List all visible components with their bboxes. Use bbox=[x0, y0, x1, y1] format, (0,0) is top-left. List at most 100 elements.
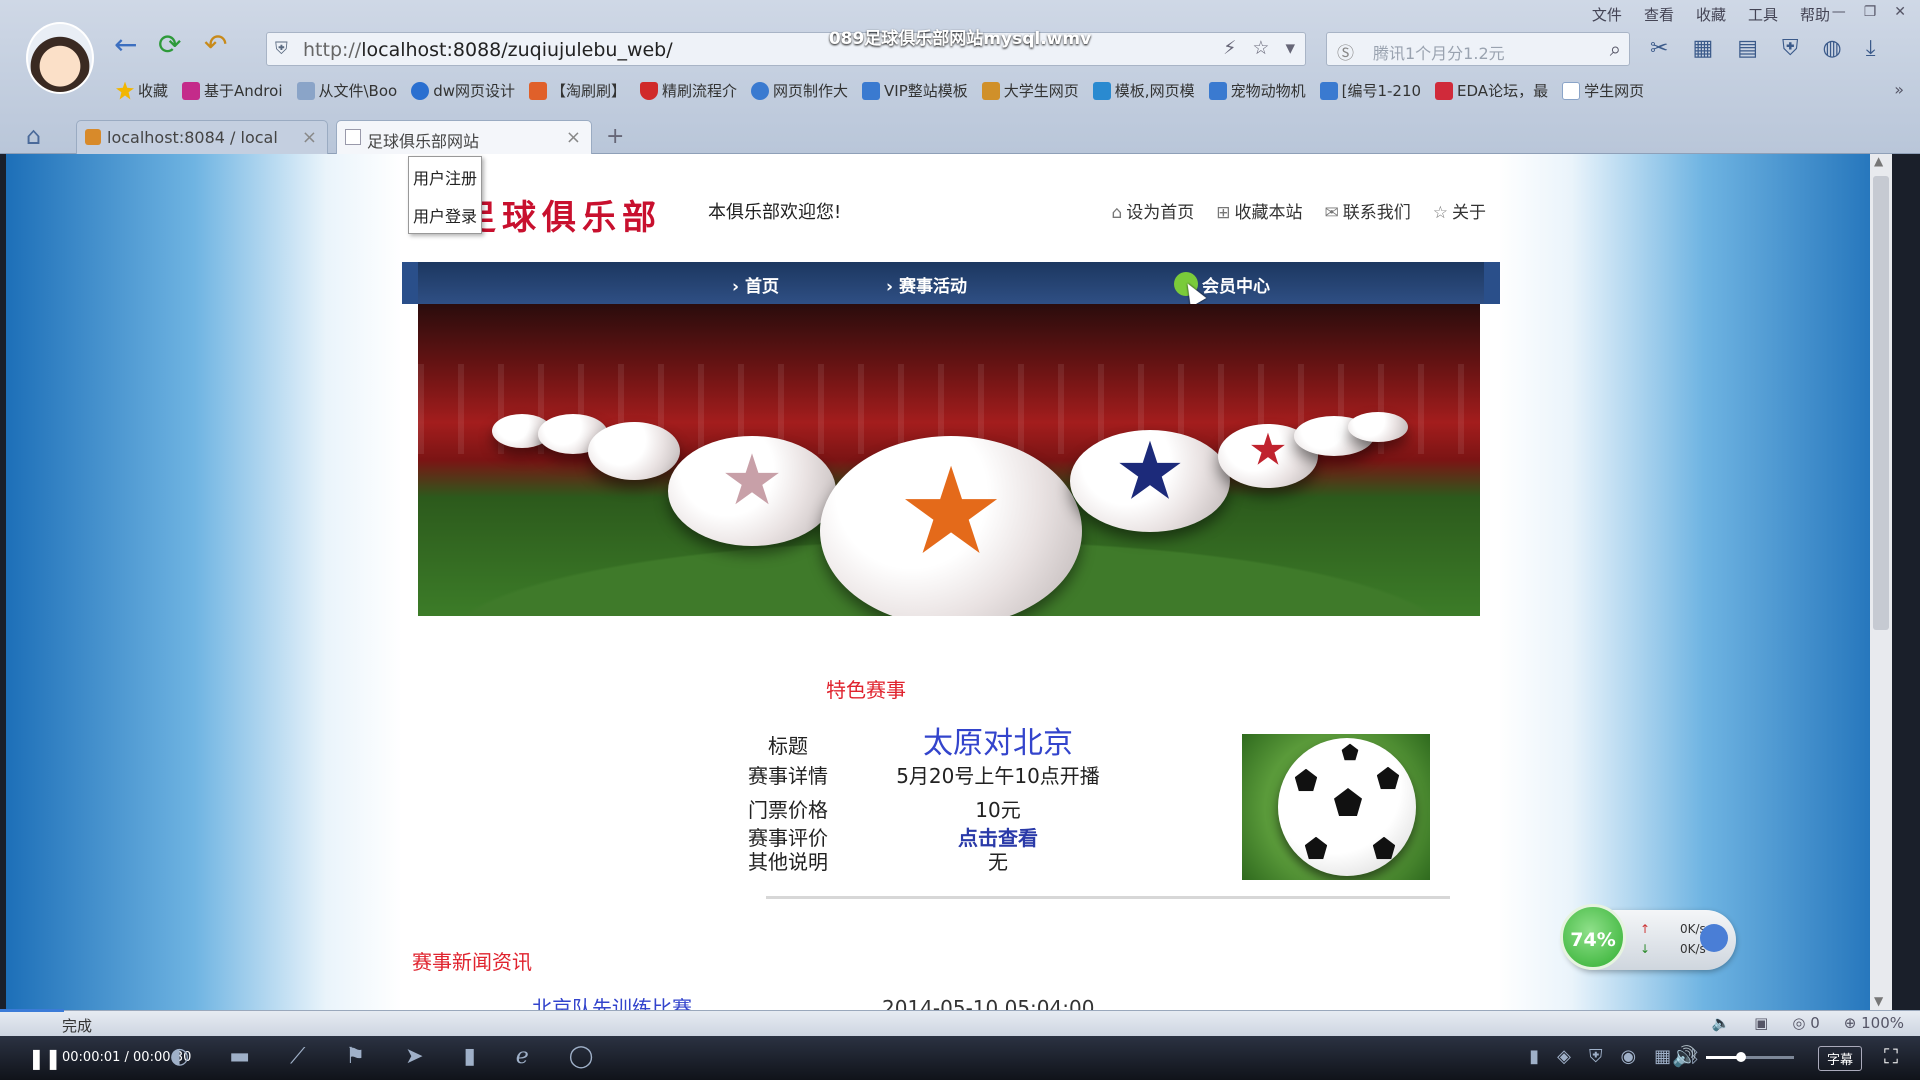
favorite-item[interactable]: 学生网页 bbox=[1562, 80, 1644, 101]
football-image bbox=[1348, 412, 1408, 442]
news-item[interactable]: 北京队先训练比赛 2014-05-10 05:04:00 bbox=[532, 992, 1094, 1010]
tray-icon[interactable]: ▮ bbox=[1529, 1046, 1539, 1067]
star-icon: ☆ bbox=[1432, 203, 1448, 223]
favorite-item[interactable]: 从文件\Boo bbox=[296, 80, 397, 101]
menu-favorites[interactable]: 收藏 bbox=[1696, 4, 1726, 25]
favorite-item[interactable]: VIP整站模板 bbox=[862, 80, 968, 101]
browser-icon[interactable]: ℯ bbox=[516, 1044, 529, 1069]
scroll-thumb[interactable] bbox=[1873, 176, 1889, 630]
match-title[interactable]: 太原对北京 bbox=[878, 718, 1118, 762]
tab-strip: ⌂ localhost:8084 / local × 足球俱乐部网站 × + bbox=[0, 116, 1920, 154]
football-image: ★ bbox=[1070, 424, 1230, 532]
nav-member-center[interactable]: 会员中心 bbox=[1202, 272, 1270, 297]
minimize-icon[interactable]: — bbox=[1832, 4, 1846, 20]
favorite-item[interactable]: 【淘刷刷】 bbox=[529, 80, 626, 101]
app-icon[interactable]: ◐ bbox=[170, 1044, 189, 1069]
camera-icon[interactable]: ▣ bbox=[1754, 1014, 1768, 1032]
tab-close-icon[interactable]: × bbox=[566, 127, 581, 148]
tray-icon[interactable]: ◉ bbox=[1620, 1046, 1636, 1067]
subtitle-button[interactable]: 字幕 bbox=[1818, 1046, 1863, 1071]
favorite-item[interactable]: 收藏 bbox=[116, 80, 168, 101]
menu-file[interactable]: 文件 bbox=[1592, 4, 1622, 25]
bookmark-icon bbox=[862, 81, 881, 100]
nav-events[interactable]: › 赛事活动 bbox=[886, 272, 967, 297]
tab-localhost[interactable]: localhost:8084 / local × bbox=[76, 120, 328, 154]
network-speed-widget[interactable]: 74% ↑ 0K/s ↓ 0K/s bbox=[1560, 904, 1736, 970]
menu-help[interactable]: 帮助 bbox=[1800, 4, 1830, 25]
about-link[interactable]: ☆ 关于 bbox=[1433, 198, 1486, 223]
site-logo[interactable]: 足球俱乐部 bbox=[462, 190, 662, 239]
app-icon[interactable]: ➤ bbox=[405, 1044, 423, 1069]
mail-icon: ✉ bbox=[1324, 203, 1339, 223]
chevron-right-icon[interactable]: » bbox=[1894, 80, 1904, 99]
page-icon bbox=[345, 129, 361, 145]
app-icon[interactable]: ▮ bbox=[464, 1044, 476, 1069]
accelerate-icon[interactable] bbox=[1700, 924, 1728, 952]
register-link[interactable]: 用户注册 bbox=[409, 157, 481, 195]
app-icon[interactable]: ◯ bbox=[569, 1044, 594, 1069]
zoom-level[interactable]: ⊕ 100% bbox=[1844, 1014, 1904, 1032]
tab-football-club[interactable]: 足球俱乐部网站 × bbox=[336, 120, 592, 154]
scroll-down-icon[interactable]: ▼ bbox=[1874, 994, 1883, 1008]
status-text: 完成 bbox=[62, 1017, 93, 1035]
bookmark-icon bbox=[411, 81, 430, 100]
window-controls: — ❐ ✕ bbox=[1832, 4, 1906, 20]
menu-view[interactable]: 查看 bbox=[1644, 4, 1674, 25]
home-icon[interactable]: ⌂ bbox=[26, 122, 41, 150]
favorite-item[interactable]: 模板,网页模 bbox=[1092, 80, 1195, 101]
app-icon[interactable]: ⟋ bbox=[290, 1044, 305, 1069]
vertical-scrollbar[interactable]: ▲ ▼ bbox=[1870, 154, 1892, 1010]
nav-home[interactable]: › 首页 bbox=[732, 272, 779, 297]
login-link[interactable]: 用户登录 bbox=[409, 195, 481, 233]
favorite-item[interactable]: 大学生网页 bbox=[981, 80, 1079, 101]
news-date: 2014-05-10 05:04:00 bbox=[882, 996, 1095, 1010]
tray-icon[interactable]: ◈ bbox=[1557, 1046, 1571, 1067]
volume-icon[interactable]: 🔊 bbox=[1672, 1044, 1697, 1068]
favorite-item[interactable]: 基于Androi bbox=[182, 80, 283, 101]
volume-knob[interactable] bbox=[1736, 1052, 1747, 1062]
tab-close-icon[interactable]: × bbox=[302, 127, 317, 148]
favorite-item[interactable]: [编号1-210 bbox=[1319, 80, 1421, 101]
match-note: 无 bbox=[988, 850, 1008, 874]
top-links: ⌂ 设为首页 ⊞ 收藏本站 ✉ 联系我们 ☆ 关于 bbox=[1111, 198, 1486, 223]
player-controls: ❚❚ 00:00:01 / 00:00:30 ◐ ▬ ⟋ ⚑ ➤ ▮ ℯ ◯ ▮… bbox=[0, 1036, 1920, 1080]
hero-banner-image: ★ ★ ★ ★ bbox=[418, 304, 1480, 616]
sound-icon[interactable]: 🔈 bbox=[1711, 1014, 1730, 1032]
favorite-item[interactable]: dw网页设计 bbox=[411, 80, 515, 101]
label-title: 标题 bbox=[768, 734, 808, 758]
tray-icon[interactable]: ▦ bbox=[1654, 1046, 1671, 1067]
bookmark-icon bbox=[1319, 81, 1338, 100]
favorite-item[interactable]: EDA论坛，最 bbox=[1435, 80, 1548, 101]
contact-link[interactable]: ✉ 联系我们 bbox=[1325, 198, 1411, 223]
menu-tools[interactable]: 工具 bbox=[1748, 4, 1778, 25]
bookmark-site-link[interactable]: ⊞ 收藏本站 bbox=[1216, 198, 1302, 223]
shield-icon bbox=[640, 81, 659, 100]
home-icon: ⌂ bbox=[1111, 203, 1123, 223]
folder-icon[interactable]: ▬ bbox=[229, 1044, 250, 1069]
taskbar-icons: ◐ ▬ ⟋ ⚑ ➤ ▮ ℯ ◯ bbox=[170, 1044, 593, 1069]
close-icon[interactable]: ✕ bbox=[1894, 4, 1906, 20]
volume-slider[interactable] bbox=[1706, 1052, 1794, 1062]
favorite-item[interactable]: 网页制作大 bbox=[751, 80, 848, 101]
new-tab-icon[interactable]: + bbox=[606, 124, 624, 149]
server-icon bbox=[85, 129, 101, 145]
app-icon[interactable]: ⚑ bbox=[345, 1044, 365, 1069]
set-homepage-link[interactable]: ⌂ 设为首页 bbox=[1111, 198, 1194, 223]
news-title[interactable]: 北京队先训练比赛 bbox=[532, 996, 692, 1010]
bookmark-icon bbox=[981, 81, 1000, 100]
scroll-up-icon[interactable]: ▲ bbox=[1874, 154, 1883, 168]
restore-icon[interactable]: ❐ bbox=[1864, 4, 1877, 20]
favorite-item[interactable]: 精刷流程介 bbox=[640, 80, 737, 101]
soccer-ball-image bbox=[1278, 738, 1416, 876]
featured-section-title: 特色赛事 bbox=[826, 678, 906, 702]
favorite-item[interactable]: 宠物动物机 bbox=[1208, 80, 1306, 101]
match-image[interactable] bbox=[1242, 734, 1430, 880]
tray-icon[interactable]: ⛨ bbox=[1589, 1046, 1603, 1067]
status-count[interactable]: ◎ 0 bbox=[1792, 1014, 1819, 1032]
website: 用户注册 用户登录 足球俱乐部 本俱乐部欢迎您! ⌂ 设为首页 ⊞ 收藏本站 ✉ 联系… bbox=[402, 154, 1500, 1010]
bookmark-icon bbox=[182, 81, 201, 100]
pause-icon[interactable]: ❚❚ bbox=[28, 1046, 62, 1070]
label-detail: 赛事详情 bbox=[748, 764, 828, 788]
bookmark-icon: ⊞ bbox=[1216, 203, 1231, 223]
fullscreen-icon[interactable]: ⛶ bbox=[1884, 1044, 1898, 1068]
